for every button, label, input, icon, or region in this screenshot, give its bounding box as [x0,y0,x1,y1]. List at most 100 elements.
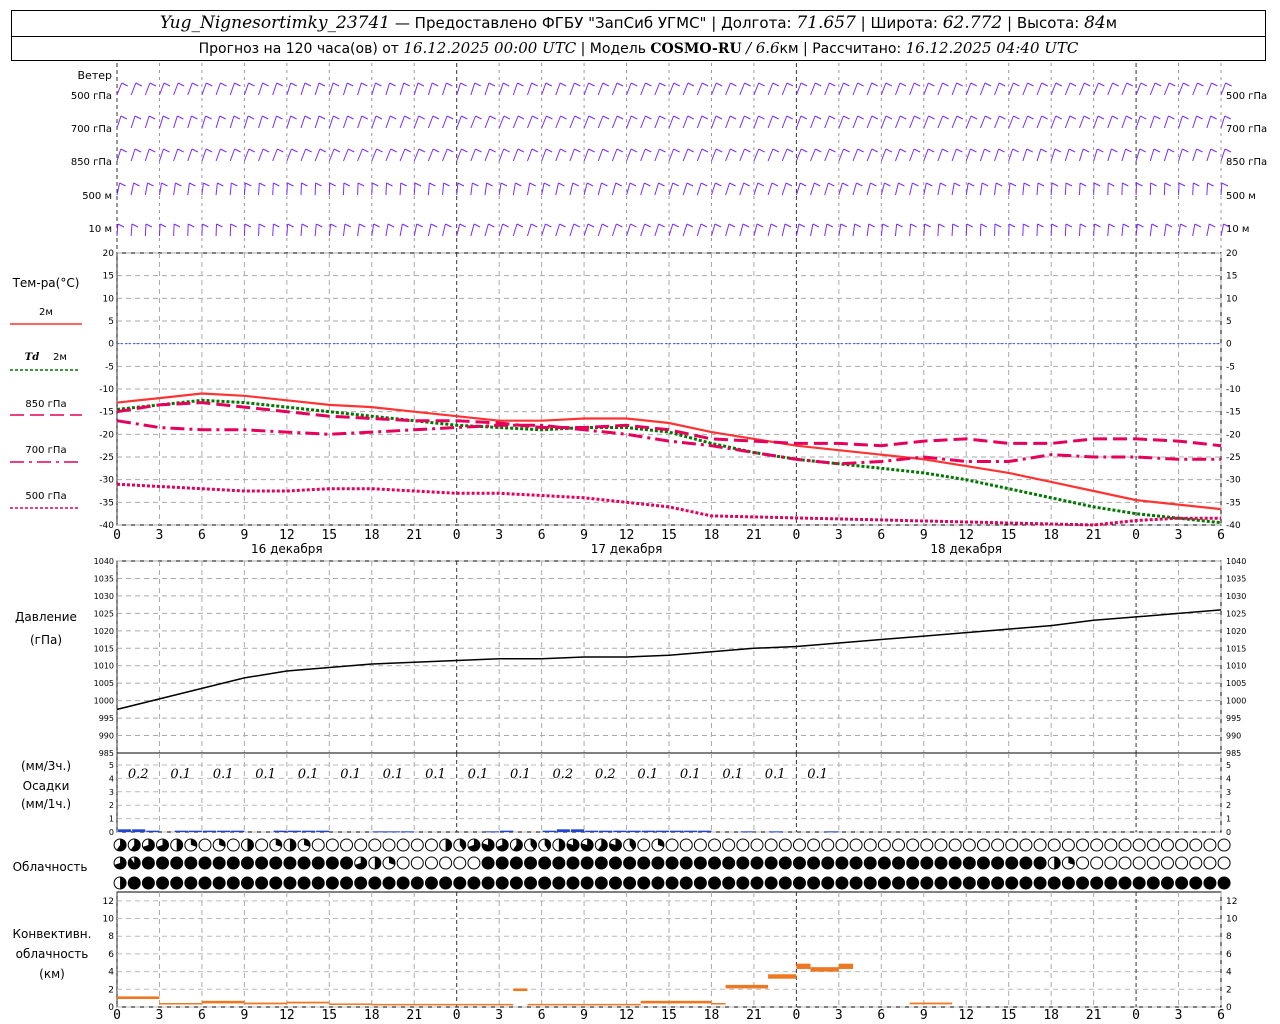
cloud-cell-fill [156,877,169,889]
wind-barb-feather [659,115,666,120]
wind-barb-feather [942,148,949,153]
wind-barb-feather [602,82,609,87]
cloud-cell-fill [467,877,480,889]
wind-barb-feather [390,148,397,153]
wind-barb [272,223,274,237]
cloud-cell-fill [283,877,296,889]
wind-barb [937,148,943,162]
wind-barb [739,182,745,196]
cloud-cell [807,838,821,852]
temp-ytick-right: -40 [1226,521,1241,531]
wind-barb-feather [829,82,836,87]
wind-barb [399,82,405,96]
wind-barb-feather [998,82,1006,87]
wind-barb [1192,82,1198,96]
cloud-cell-fill [765,857,778,869]
wind-barb-feather [145,223,153,228]
temp-ytick-left: 15 [103,272,114,282]
wind-barb-feather [814,82,822,87]
wind-barb-feather [658,182,665,187]
wind-barb [1107,115,1113,129]
wind-barb-feather [1167,148,1175,153]
wind-barb-feather [446,115,454,120]
wind-barb [951,182,955,196]
wind-barb-feather [301,223,309,228]
wind-barb [994,148,1000,162]
wind-barb [427,223,432,237]
cloud-cell-fill [864,857,877,869]
wind-barb [342,223,346,237]
cloud-cell-fill [920,857,933,869]
cloud-cell [410,838,424,852]
wind-barb [555,223,561,237]
wind-barb [357,148,363,162]
wind-barb [1064,182,1067,196]
wind-barb-feather [1196,115,1203,120]
wind-barb-feather [673,82,680,87]
wind-barb-feather [729,115,737,120]
wind-barb-feather [305,148,312,153]
wind-barb [583,115,590,129]
wind-barb [442,223,446,237]
wind-barb [144,223,147,237]
wind-barb-feather [543,182,551,187]
wind-barb-feather [1197,82,1204,87]
cloud-cell-fill [552,857,565,869]
hour-label: 0 [453,528,461,543]
wind-barb [470,115,477,129]
wind-barb-feather [1125,148,1132,153]
wind-barb [116,82,123,96]
pressure-ytick-left: 1020 [94,627,114,636]
precip-accum-label: 0.1 [255,767,276,782]
wind-barb-feather [814,182,821,187]
wind-barb-feather [970,148,977,153]
wind-barb [328,82,334,96]
convective-bar [838,963,853,969]
wind-barb [187,115,192,129]
wind-barb-feather [474,82,481,87]
wind-barb-feather [262,82,269,87]
wind-barb [413,82,419,96]
wind-barb [937,182,941,196]
cloud-cell [368,838,382,852]
temp-ytick-left: -10 [99,385,114,395]
wind-barb-feather [1210,115,1217,120]
convective-ytick-left: 6 [108,950,114,960]
wind-barb [484,115,491,129]
wind-barb-feather [998,148,1005,153]
wind-barb [498,115,505,129]
wind-barb-feather [1083,115,1091,120]
wind-barb-feather [245,182,252,187]
wind-barb [130,182,135,196]
convective-title2: облачность [16,947,89,961]
wind-barb-feather [645,115,652,120]
wind-barb-feather [343,182,351,187]
wind-barb-feather [386,182,393,187]
wind-barb-feather [898,182,905,187]
cloud-cell-fill [567,857,579,869]
wind-barb-feather [1094,223,1101,228]
wind-barb [654,223,660,237]
cloud-cell-fill [510,857,523,869]
pressure-ytick-right: 1000 [1226,697,1246,706]
wind-barb [626,82,632,96]
wind-barb-feather [984,115,992,120]
cloud-cell-fill [213,877,226,889]
wind-barb [555,148,561,162]
bottom-hour-label: 6 [198,1008,206,1023]
bottom-hour-label: 15 [1001,1008,1017,1023]
bottom-hour-label: 6 [538,1008,546,1023]
wind-barb [1036,148,1042,162]
wind-barb [1121,82,1128,96]
wind-barb-feather [1136,182,1143,187]
wind-barb [951,82,958,96]
wind-barb [894,115,901,129]
wind-barb [810,82,816,96]
wind-barb [569,148,575,162]
precip-accum-label: 0.1 [383,767,404,782]
wind-barb-feather [177,148,184,153]
wind-barb [470,223,475,237]
wind-barb-feather [980,223,988,228]
precip-accum-label: 0.2 [553,767,574,782]
convective-title: Конвективн. [13,927,92,941]
